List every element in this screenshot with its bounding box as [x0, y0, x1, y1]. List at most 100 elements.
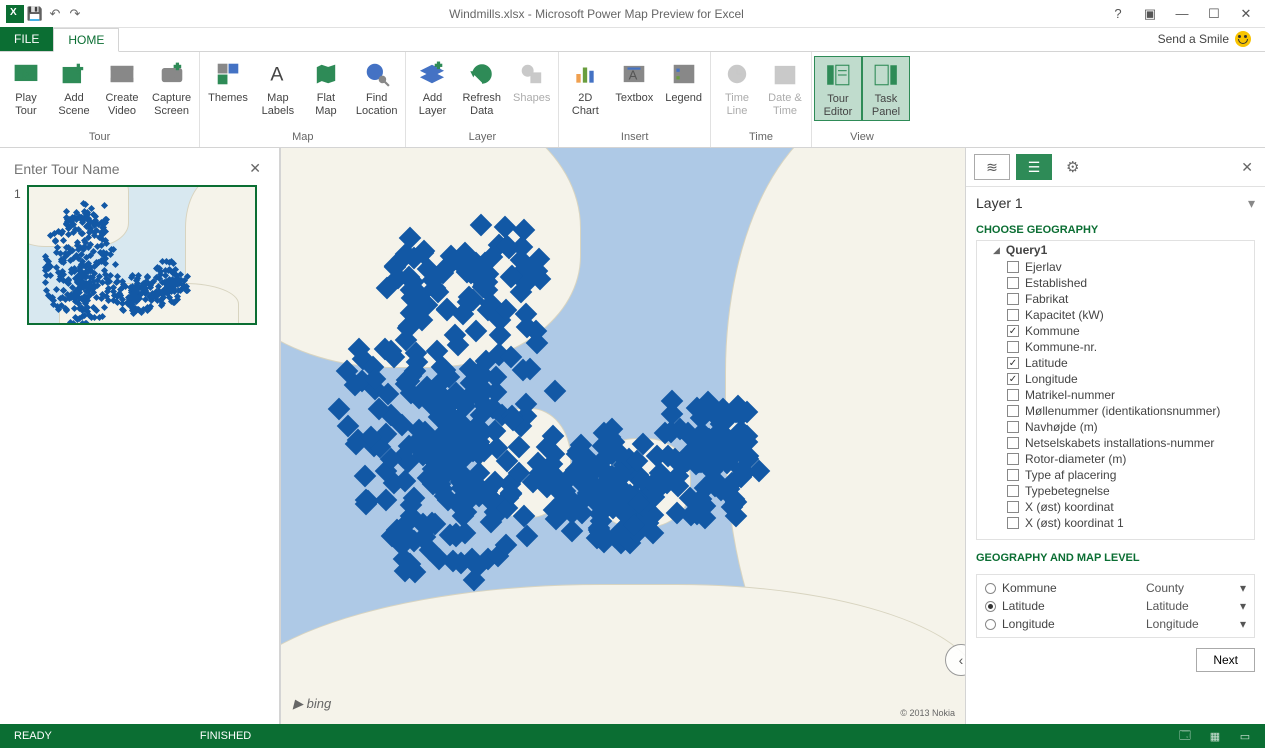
time-line-button[interactable]: Time Line: [713, 56, 761, 119]
send-a-smile[interactable]: Send a Smile: [1144, 27, 1265, 51]
tour-editor-button[interactable]: Tour Editor: [814, 56, 862, 121]
capture-screen-button[interactable]: Capture Screen: [146, 56, 197, 119]
radio-icon[interactable]: [985, 619, 996, 630]
scene-thumbnail[interactable]: [27, 185, 257, 325]
checkbox-icon[interactable]: [1007, 293, 1019, 305]
field-item[interactable]: Kommune-nr.: [977, 339, 1254, 355]
undo-icon[interactable]: ↶: [46, 5, 64, 23]
checkbox-icon[interactable]: [1007, 453, 1019, 465]
status-view2-icon[interactable]: ▦: [1201, 727, 1229, 745]
checkbox-icon[interactable]: [1007, 341, 1019, 353]
checkbox-icon[interactable]: [1007, 309, 1019, 321]
layer-name-dropdown[interactable]: Layer 1 ▾: [966, 187, 1265, 220]
next-button[interactable]: Next: [1196, 648, 1255, 672]
shapes-button[interactable]: Shapes: [507, 56, 556, 107]
ribbon: Play Tour Add Scene Create Video Capture…: [0, 52, 1265, 148]
help-icon[interactable]: ?: [1103, 3, 1133, 25]
redo-icon[interactable]: ↷: [66, 5, 84, 23]
field-list-icon[interactable]: ☰: [1016, 154, 1052, 180]
radio-icon[interactable]: [985, 601, 996, 612]
field-item[interactable]: Møllenummer (identikationsnummer): [977, 403, 1254, 419]
checkbox-icon[interactable]: ✓: [1007, 373, 1019, 385]
checkbox-icon[interactable]: [1007, 261, 1019, 273]
field-item[interactable]: ✓Kommune: [977, 323, 1254, 339]
checkbox-icon[interactable]: ✓: [1007, 357, 1019, 369]
add-layer-button[interactable]: Add Layer: [408, 56, 456, 119]
close-icon[interactable]: ✕: [1231, 3, 1261, 25]
add-layer-icon: [416, 58, 448, 90]
field-item[interactable]: Typebetegnelse: [977, 483, 1254, 499]
task-panel-button[interactable]: Task Panel: [862, 56, 910, 121]
status-view1-icon[interactable]: 🗔: [1171, 727, 1199, 745]
save-icon[interactable]: 💾: [26, 5, 44, 23]
field-item[interactable]: ✓Latitude: [977, 355, 1254, 371]
checkbox-icon[interactable]: [1007, 277, 1019, 289]
minimize-icon[interactable]: —: [1167, 3, 1197, 25]
radio-icon[interactable]: [985, 583, 996, 594]
shapes-icon: [516, 58, 548, 90]
refresh-data-button[interactable]: Refresh Data: [456, 56, 507, 119]
tour-name-input[interactable]: [14, 161, 245, 177]
send-smile-label: Send a Smile: [1158, 32, 1229, 46]
geo-row[interactable]: LongitudeLongitude▾: [977, 615, 1254, 633]
tab-home[interactable]: HOME: [53, 28, 119, 52]
flat-map-button[interactable]: Flat Map: [302, 56, 350, 119]
field-tree[interactable]: ◢ Query1 EjerlavEstablishedFabrikatKapac…: [976, 240, 1255, 540]
date-time-button[interactable]: Date & Time: [761, 56, 809, 119]
geography-level-header: GEOGRAPHY AND MAP LEVEL: [966, 548, 1265, 568]
field-item[interactable]: Matrikel-nummer: [977, 387, 1254, 403]
layer-manager-icon[interactable]: ≋: [974, 154, 1010, 180]
checkbox-icon[interactable]: [1007, 437, 1019, 449]
labels-icon: A: [262, 58, 294, 90]
geo-level-dropdown[interactable]: Longitude▾: [1146, 617, 1246, 631]
add-scene-button[interactable]: Add Scene: [50, 56, 98, 119]
geo-level-dropdown[interactable]: County▾: [1146, 581, 1246, 595]
status-view3-icon[interactable]: ▭: [1231, 727, 1259, 745]
find-location-button[interactable]: Find Location: [350, 56, 404, 119]
window-controls: ? ▣ — ☐ ✕: [1103, 3, 1265, 25]
checkbox-icon[interactable]: [1007, 389, 1019, 401]
gear-icon[interactable]: ⚙: [1066, 158, 1079, 176]
status-finished: FINISHED: [186, 730, 265, 742]
field-item[interactable]: Kapacitet (kW): [977, 307, 1254, 323]
video-icon: [106, 58, 138, 90]
themes-button[interactable]: Themes: [202, 56, 254, 107]
checkbox-icon[interactable]: [1007, 405, 1019, 417]
tour-pane-close-icon[interactable]: ✕: [245, 160, 265, 177]
map-canvas[interactable]: ︿ ‹ › ﹀ + − ▶ bing © 2013 Nokia: [280, 148, 965, 724]
field-item[interactable]: Fabrikat: [977, 291, 1254, 307]
legend-button[interactable]: Legend: [659, 56, 708, 107]
geo-row[interactable]: KommuneCounty▾: [977, 579, 1254, 597]
field-label: Møllenummer (identikationsnummer): [1025, 404, 1220, 418]
checkbox-icon[interactable]: [1007, 485, 1019, 497]
field-item[interactable]: Rotor-diameter (m): [977, 451, 1254, 467]
ribbon-options-icon[interactable]: ▣: [1135, 3, 1165, 25]
checkbox-icon[interactable]: [1007, 469, 1019, 481]
checkbox-icon[interactable]: [1007, 517, 1019, 529]
map-labels-button[interactable]: A Map Labels: [254, 56, 302, 119]
tab-file[interactable]: FILE: [0, 27, 53, 51]
field-item[interactable]: Netselskabets installations-nummer: [977, 435, 1254, 451]
checkbox-icon[interactable]: [1007, 421, 1019, 433]
bing-logo: ▶ bing: [293, 696, 331, 712]
query-node[interactable]: ◢ Query1: [977, 241, 1254, 259]
scene-number: 1: [14, 185, 21, 325]
field-item[interactable]: X (øst) koordinat 1: [977, 515, 1254, 531]
checkbox-icon[interactable]: [1007, 501, 1019, 513]
play-tour-button[interactable]: Play Tour: [2, 56, 50, 119]
2d-chart-button[interactable]: 2D Chart: [561, 56, 609, 119]
field-label: Fabrikat: [1025, 292, 1068, 306]
checkbox-icon[interactable]: ✓: [1007, 325, 1019, 337]
field-item[interactable]: X (øst) koordinat: [977, 499, 1254, 515]
layer-pane-close-icon[interactable]: ✕: [1237, 159, 1257, 176]
field-item[interactable]: Ejerlav: [977, 259, 1254, 275]
maximize-icon[interactable]: ☐: [1199, 3, 1229, 25]
create-video-button[interactable]: Create Video: [98, 56, 146, 119]
geo-row[interactable]: LatitudeLatitude▾: [977, 597, 1254, 615]
field-item[interactable]: Type af placering: [977, 467, 1254, 483]
geo-level-dropdown[interactable]: Latitude▾: [1146, 599, 1246, 613]
field-item[interactable]: Navhøjde (m): [977, 419, 1254, 435]
field-item[interactable]: Established: [977, 275, 1254, 291]
field-item[interactable]: ✓Longitude: [977, 371, 1254, 387]
textbox-button[interactable]: A Textbox: [609, 56, 659, 107]
